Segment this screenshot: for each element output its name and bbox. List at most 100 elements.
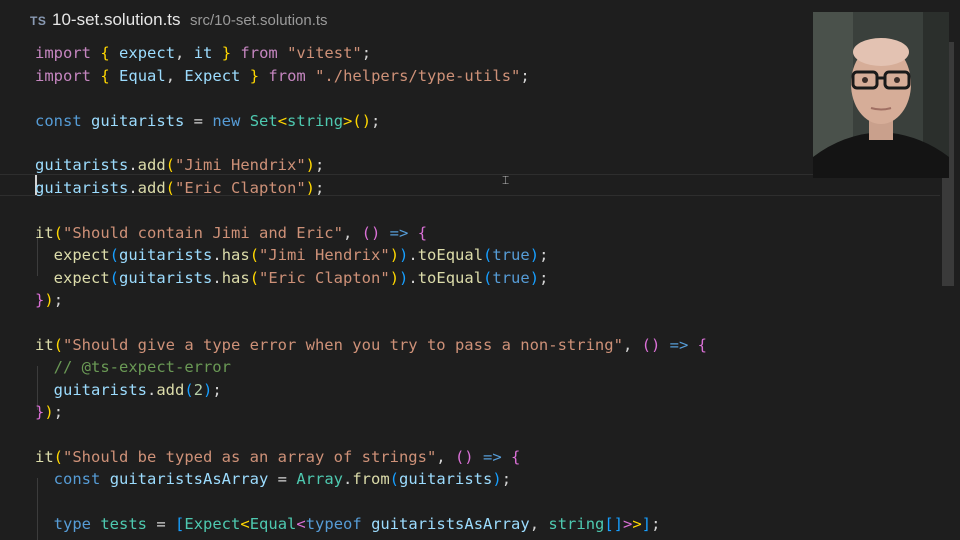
code-token: } xyxy=(35,403,45,421)
code-token: guitarists xyxy=(53,381,147,399)
code-token: > xyxy=(343,112,353,130)
code-token: "Jimi Hendrix" xyxy=(175,156,306,174)
code-token: Expect xyxy=(184,515,241,533)
code-token: ) xyxy=(529,269,540,287)
tab-filename[interactable]: 10-set.solution.ts xyxy=(52,10,181,30)
code-token: it xyxy=(35,224,54,242)
code-token: true xyxy=(492,269,530,287)
code-token: Expect xyxy=(184,67,241,85)
code-line[interactable]: type tests = [Expect<Equal<typeof guitar… xyxy=(35,513,661,535)
code-token: . xyxy=(408,246,418,264)
code-token: add xyxy=(156,381,185,399)
code-token: expect xyxy=(53,246,110,264)
code-line[interactable]: expect(guitarists.has("Eric Clapton")).t… xyxy=(35,267,549,289)
code-token: from xyxy=(352,470,390,488)
presenter-webcam xyxy=(813,12,949,178)
code-line[interactable]: it("Should contain Jimi and Eric", () =>… xyxy=(35,222,427,244)
code-token: "vitest" xyxy=(287,44,362,62)
code-token: = xyxy=(184,112,213,130)
code-token: ; xyxy=(520,67,530,85)
code-token: > xyxy=(623,515,633,533)
code-token: , xyxy=(436,448,455,466)
code-token: < xyxy=(296,515,306,533)
code-token: ( xyxy=(109,246,120,264)
code-line[interactable]: it("Should be typed as an array of strin… xyxy=(35,446,520,468)
code-token: typeof xyxy=(305,515,362,533)
code-token: ] xyxy=(641,515,652,533)
code-token: () xyxy=(641,336,661,354)
code-line[interactable]: }); xyxy=(35,401,63,423)
code-token: ; xyxy=(212,381,222,399)
code-line[interactable]: // @ts-expect-error xyxy=(35,356,231,378)
code-token: it xyxy=(35,448,54,466)
code-token: ( xyxy=(184,381,194,399)
code-token: () xyxy=(352,112,372,130)
code-token: ) xyxy=(389,269,400,287)
code-token: () xyxy=(454,448,474,466)
code-token: . xyxy=(408,269,418,287)
code-token: = xyxy=(147,515,176,533)
code-line[interactable]: import { expect, it } from "vitest"; xyxy=(35,42,371,64)
code-line[interactable]: const guitaristsAsArray = Array.from(gui… xyxy=(35,468,511,490)
code-token: } xyxy=(221,44,232,62)
code-line[interactable]: expect(guitarists.has("Jimi Hendrix")).t… xyxy=(35,244,549,266)
code-token: { xyxy=(100,67,110,85)
code-token: . xyxy=(212,269,222,287)
code-token: ( xyxy=(249,269,260,287)
code-token: ; xyxy=(539,246,549,264)
code-token: add xyxy=(137,156,166,174)
code-token: => xyxy=(482,448,502,466)
code-line[interactable]: it("Should give a type error when you tr… xyxy=(35,334,707,356)
code-token: . xyxy=(147,381,157,399)
code-token: Set xyxy=(249,112,278,130)
code-token: "Jimi Hendrix" xyxy=(259,246,390,264)
code-token: . xyxy=(212,246,222,264)
code-token: Equal xyxy=(249,515,297,533)
code-editor[interactable]: ⌶ import { expect, it } from "vitest"; i… xyxy=(0,42,940,540)
code-token: ( xyxy=(53,224,64,242)
code-line[interactable]: const guitarists = new Set<string>(); xyxy=(35,110,380,132)
code-token: tests xyxy=(100,515,148,533)
code-line[interactable]: guitarists.add("Eric Clapton"); xyxy=(35,177,324,199)
code-token: => xyxy=(389,224,409,242)
code-token: ( xyxy=(483,246,493,264)
code-line[interactable]: }); xyxy=(35,289,63,311)
code-line[interactable]: guitarists.add("Jimi Hendrix"); xyxy=(35,154,324,176)
code-token: const xyxy=(53,470,101,488)
code-token: } xyxy=(249,67,260,85)
code-token: ; xyxy=(371,112,381,130)
code-token: () xyxy=(361,224,381,242)
code-token: . xyxy=(128,156,138,174)
code-token: > xyxy=(632,515,642,533)
code-token: ( xyxy=(109,269,120,287)
code-token: = xyxy=(268,470,297,488)
code-token: < xyxy=(277,112,288,130)
code-line[interactable]: import { Equal, Expect } from "./helpers… xyxy=(35,65,530,87)
code-token: 2 xyxy=(193,381,204,399)
code-token: ; xyxy=(501,470,512,488)
code-token: [ xyxy=(175,515,185,533)
code-token: } xyxy=(35,291,45,309)
code-token: true xyxy=(492,246,530,264)
code-token: import xyxy=(35,44,91,62)
code-token: ; xyxy=(315,156,325,174)
mouse-ibeam-icon: ⌶ xyxy=(502,173,510,187)
code-token: . xyxy=(343,470,353,488)
code-line[interactable]: guitarists.add(2); xyxy=(35,379,222,401)
